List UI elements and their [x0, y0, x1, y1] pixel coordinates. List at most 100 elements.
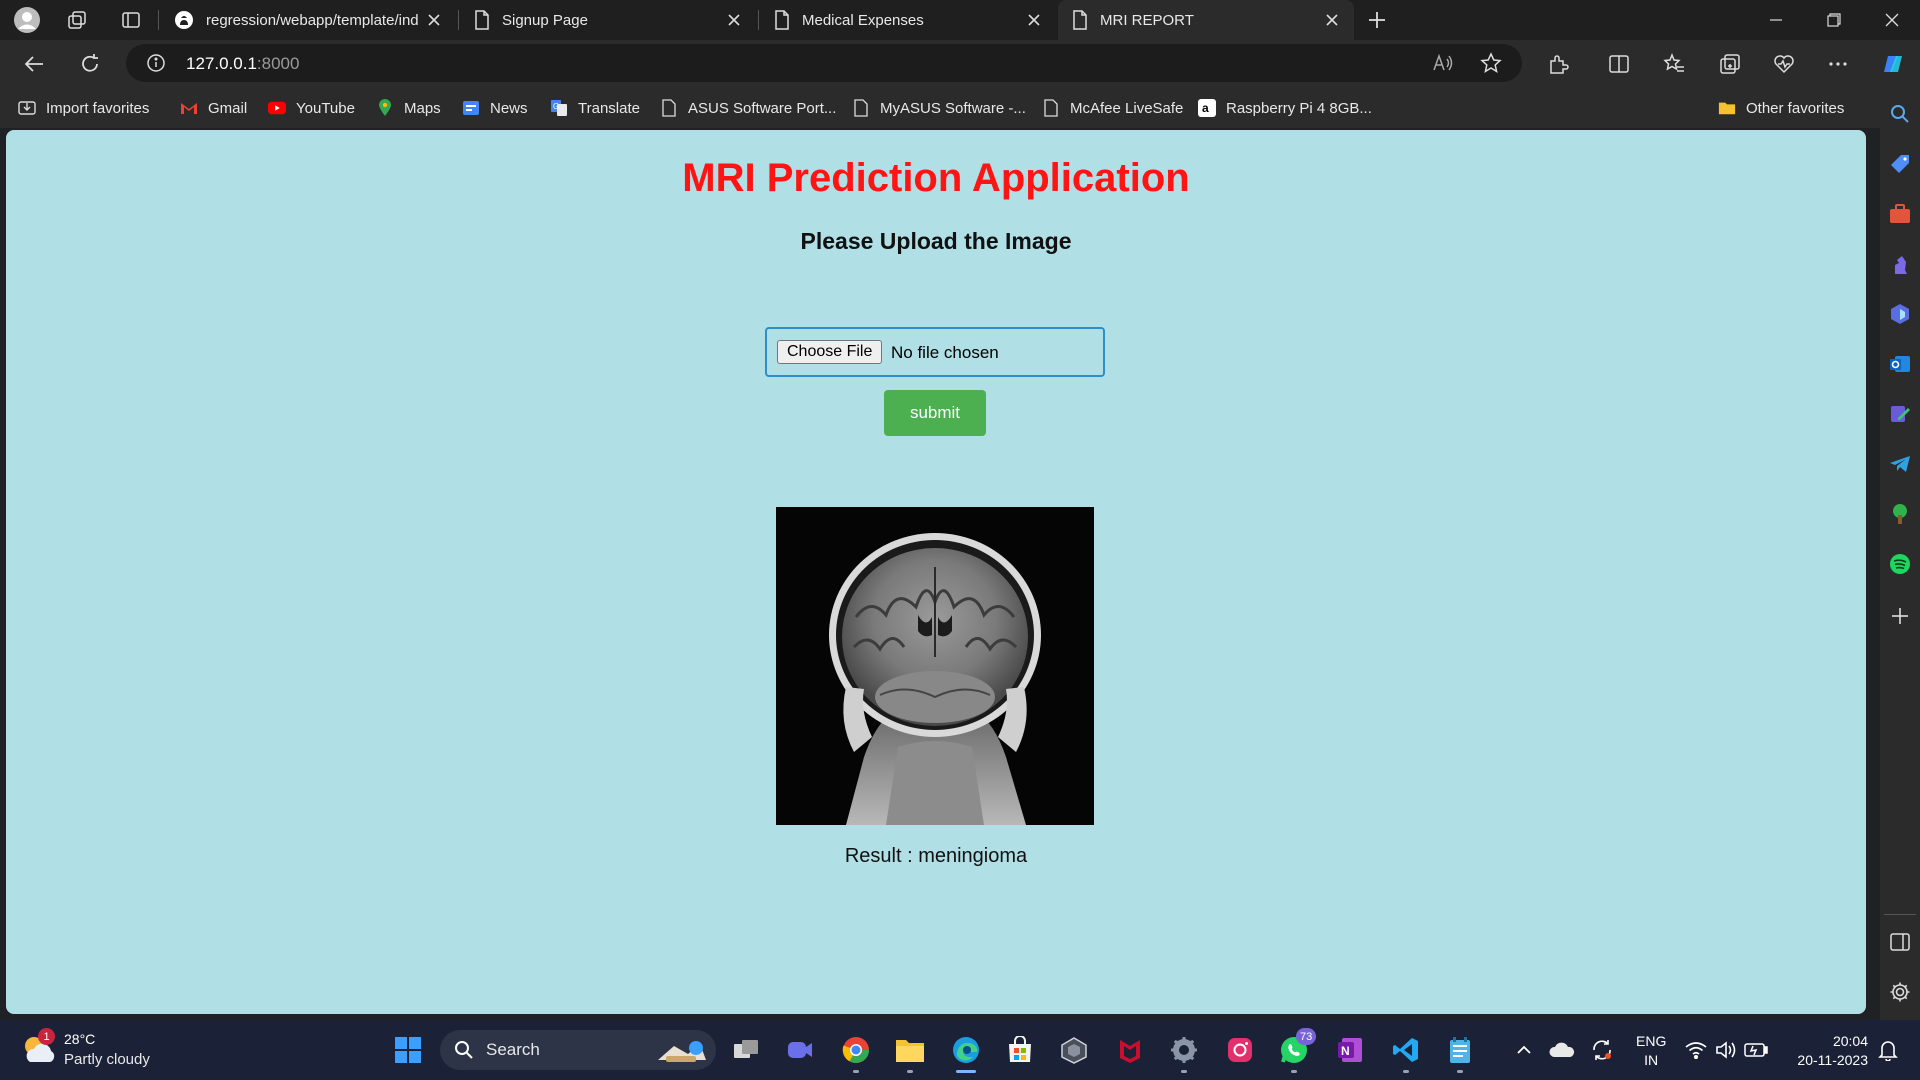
notification-bell-icon[interactable]: [1872, 1034, 1904, 1066]
refresh-icon[interactable]: [72, 46, 108, 82]
favorite-translate[interactable]: G Translate: [550, 96, 640, 120]
favorites-bar: Import favorites Gmail YouTube Maps News…: [0, 88, 1880, 128]
system-clock[interactable]: 20:04 20-11-2023: [1784, 1032, 1868, 1070]
tab-github[interactable]: regression/webapp/template/ind: [160, 0, 456, 40]
volume-icon[interactable]: [1710, 1034, 1742, 1066]
svg-text:G: G: [553, 102, 559, 111]
workspaces-icon[interactable]: [62, 5, 92, 35]
choose-file-button[interactable]: Choose File: [777, 340, 883, 364]
tab-signup-page[interactable]: Signup Page: [460, 0, 756, 40]
onedrive-cloud-icon[interactable]: [1546, 1034, 1578, 1066]
favorite-news[interactable]: News: [462, 96, 528, 120]
extensions-icon[interactable]: [1540, 46, 1576, 82]
close-icon[interactable]: [1324, 12, 1340, 28]
favorite-raspberry-pi[interactable]: a Raspberry Pi 4 8GB...: [1198, 96, 1372, 120]
tab-actions-icon[interactable]: [116, 5, 146, 35]
address-bar[interactable]: 127.0.0.1:8000: [126, 44, 1522, 82]
chrome-icon[interactable]: [840, 1034, 872, 1066]
minimize-icon[interactable]: [1748, 0, 1804, 40]
favorite-maps[interactable]: Maps: [376, 96, 441, 120]
copilot-icon[interactable]: [1874, 46, 1910, 82]
page-icon: [774, 10, 790, 30]
favorite-youtube[interactable]: YouTube: [268, 96, 355, 120]
tab-mri-report[interactable]: MRI REPORT: [1058, 0, 1354, 40]
favorite-myasus-software[interactable]: MyASUS Software -...: [852, 96, 1026, 120]
mcafee-icon[interactable]: [1114, 1034, 1146, 1066]
page-icon: [1072, 10, 1088, 30]
favorite-star-icon[interactable]: [1480, 52, 1502, 74]
page-icon: [474, 10, 490, 30]
url-text[interactable]: 127.0.0.1:8000: [186, 54, 299, 74]
chevron-up-icon[interactable]: [1508, 1034, 1540, 1066]
hide-sidebar-icon[interactable]: [1888, 930, 1912, 954]
file-explorer-icon[interactable]: [894, 1034, 926, 1066]
telegram-icon[interactable]: [1888, 452, 1912, 476]
tab-title: regression/webapp/template/ind: [206, 11, 418, 29]
browser-essentials-icon[interactable]: [1766, 46, 1802, 82]
translate-icon: G: [550, 99, 568, 117]
site-info-icon[interactable]: [146, 53, 166, 73]
windows-start-icon[interactable]: [392, 1034, 424, 1066]
battery-icon[interactable]: [1740, 1034, 1772, 1066]
shopping-tag-icon[interactable]: [1888, 152, 1912, 176]
outlook-icon[interactable]: [1888, 352, 1912, 376]
import-icon: [18, 99, 36, 117]
copilot-sidebar-icon[interactable]: [1888, 302, 1912, 326]
games-chess-icon[interactable]: [1888, 252, 1912, 276]
page-viewport: MRI Prediction Application Please Upload…: [6, 130, 1866, 1014]
page-title: MRI Prediction Application: [682, 156, 1190, 200]
submit-button[interactable]: submit: [884, 390, 986, 436]
tab-medical-expenses[interactable]: Medical Expenses: [760, 0, 1056, 40]
favorite-asus-software-portal[interactable]: ASUS Software Port...: [660, 96, 836, 120]
sync-icon[interactable]: [1586, 1034, 1618, 1066]
page-icon: [660, 99, 678, 117]
instagram-icon[interactable]: [1224, 1034, 1256, 1066]
collections-icon[interactable]: [1712, 46, 1748, 82]
vscode-icon[interactable]: [1390, 1034, 1422, 1066]
onenote-icon[interactable]: N: [1334, 1034, 1366, 1066]
page-icon: [1042, 99, 1060, 117]
taskbar-search-input[interactable]: Search: [440, 1030, 716, 1070]
new-tab-plus-icon[interactable]: [1362, 5, 1392, 35]
weather-description: Partly cloudy: [64, 1051, 150, 1068]
weather-badge: 1: [38, 1028, 55, 1045]
favorites-list-icon[interactable]: [1656, 46, 1692, 82]
svg-text:a: a: [1202, 101, 1209, 115]
cube-app-icon[interactable]: [1058, 1034, 1090, 1066]
search-icon[interactable]: [1888, 102, 1912, 126]
restore-icon[interactable]: [1806, 0, 1862, 40]
back-arrow-icon[interactable]: [16, 46, 52, 82]
youtube-icon: [268, 99, 286, 117]
favorite-mcafee-livesafe[interactable]: McAfee LiveSafe: [1042, 96, 1183, 120]
close-icon[interactable]: [1026, 12, 1042, 28]
settings-gear-icon[interactable]: [1888, 980, 1912, 1004]
file-input[interactable]: Choose File No file chosen: [765, 327, 1105, 377]
task-view-icon[interactable]: [730, 1034, 762, 1066]
close-icon[interactable]: [426, 12, 442, 28]
tree-icon[interactable]: [1888, 502, 1912, 526]
windows-taskbar: 1 28°C Partly cloudy Search 73 N ENG IN …: [0, 1020, 1920, 1080]
page-subtitle: Please Upload the Image: [800, 228, 1072, 254]
notepad-icon[interactable]: [1444, 1034, 1476, 1066]
spotify-icon[interactable]: [1888, 552, 1912, 576]
teams-meet-icon[interactable]: [784, 1034, 816, 1066]
close-icon[interactable]: [726, 12, 742, 28]
favorite-import-favorites[interactable]: Import favorites: [18, 96, 149, 120]
tools-briefcase-icon[interactable]: [1888, 202, 1912, 226]
favorite-other-favorites[interactable]: Other favorites: [1718, 96, 1844, 120]
search-highlight-icon: [654, 1034, 710, 1066]
wifi-icon[interactable]: [1680, 1034, 1712, 1066]
close-window-icon[interactable]: [1864, 0, 1920, 40]
drop-note-icon[interactable]: [1888, 402, 1912, 426]
more-menu-icon[interactable]: [1820, 46, 1856, 82]
language-indicator[interactable]: ENG IN: [1636, 1032, 1666, 1070]
microsoft-store-icon[interactable]: [1004, 1034, 1036, 1066]
profile-avatar-icon[interactable]: [12, 5, 42, 35]
edge-browser-icon[interactable]: [950, 1034, 982, 1066]
read-aloud-icon[interactable]: [1432, 53, 1454, 73]
settings-gear-icon[interactable]: [1168, 1034, 1200, 1066]
favorite-gmail[interactable]: Gmail: [180, 96, 247, 120]
split-screen-icon[interactable]: [1601, 46, 1637, 82]
add-plus-icon[interactable]: [1888, 604, 1912, 628]
search-label: Search: [486, 1040, 540, 1059]
